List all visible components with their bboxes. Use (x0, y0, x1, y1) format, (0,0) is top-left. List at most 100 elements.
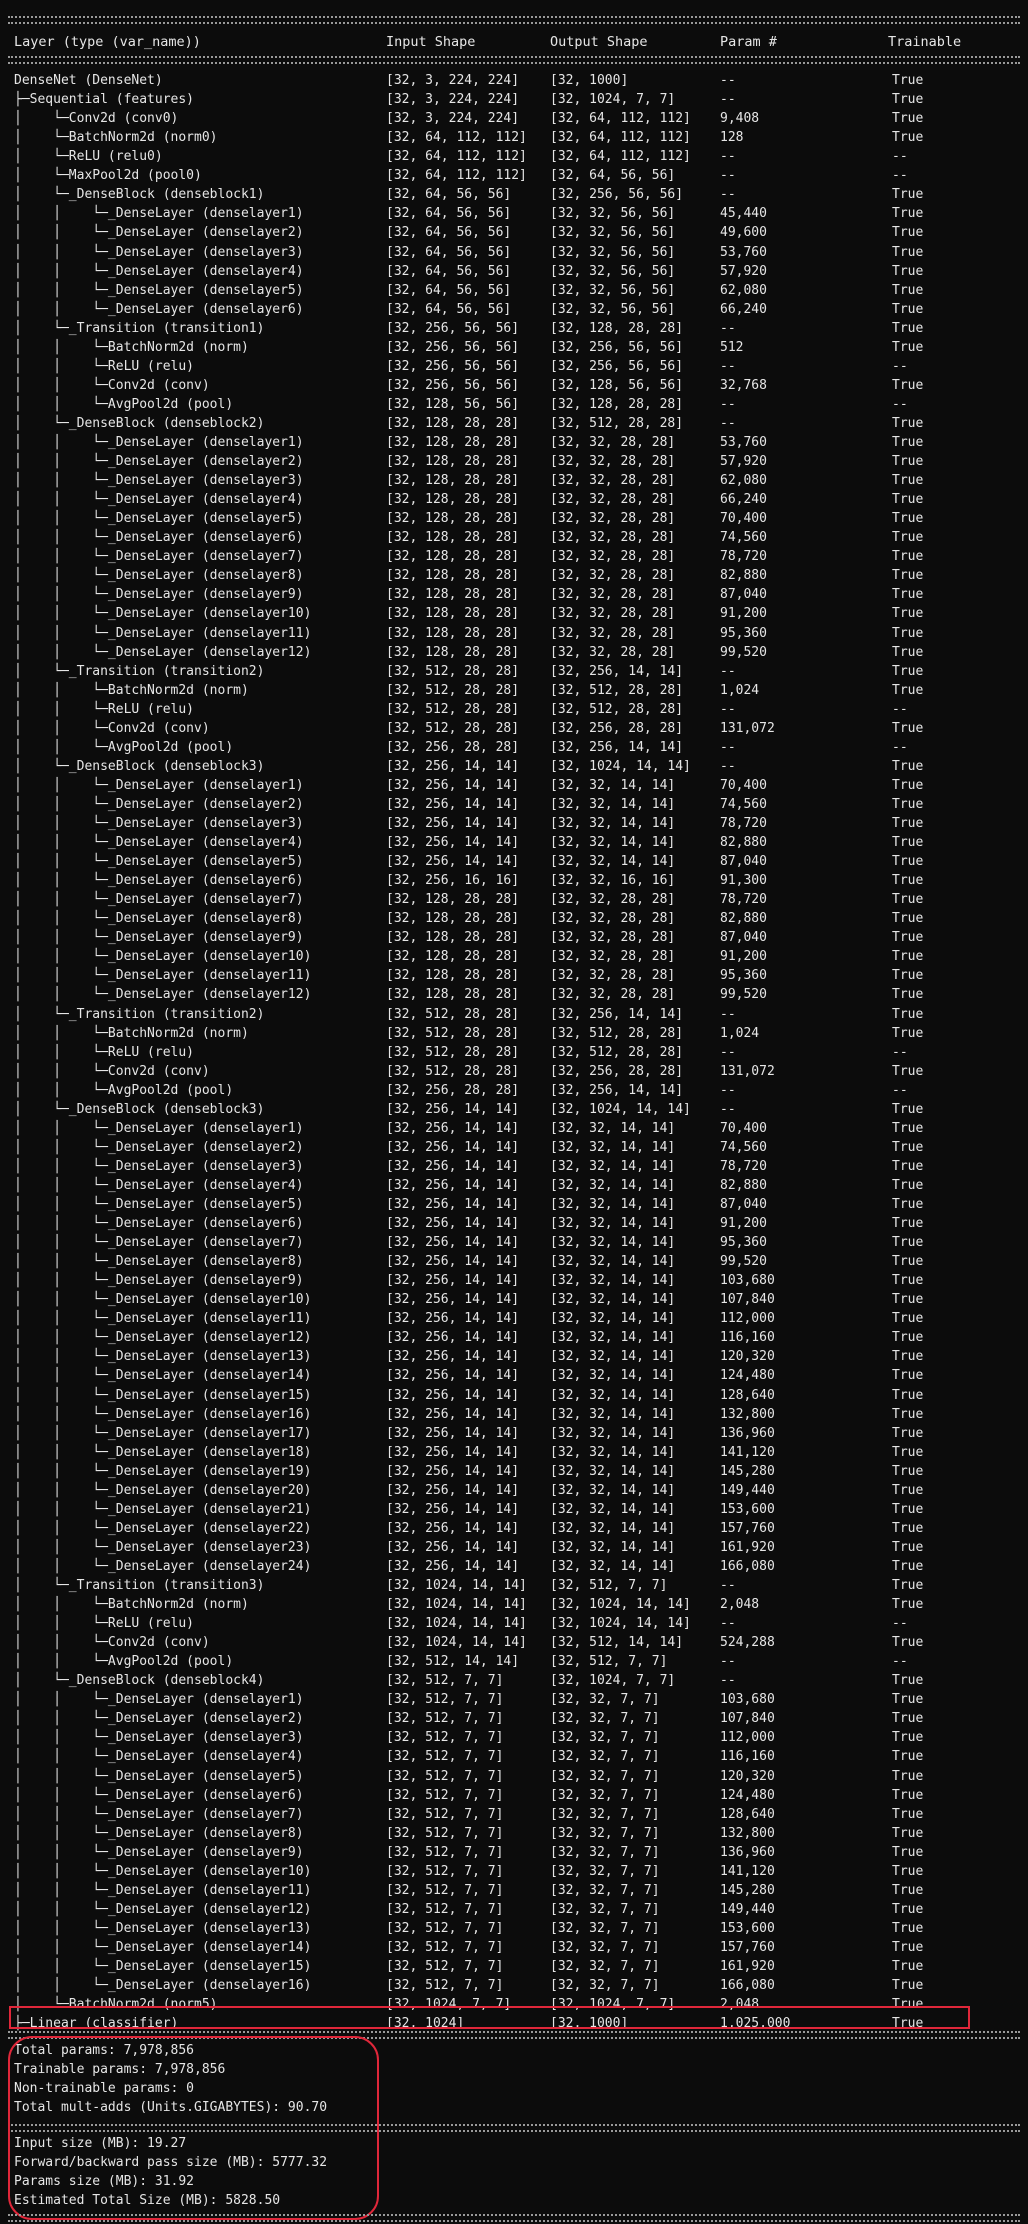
layer-name: │ │ └─_DenseLayer (denselayer12) (14, 987, 312, 1003)
input-shape: [32, 512, 7, 7] (386, 1692, 504, 1708)
input-shape: [32, 256, 14, 14] (386, 1197, 520, 1212)
input-shape: [32, 256, 28, 28] (386, 739, 520, 755)
output-shape: [32, 32, 56, 56] (550, 263, 676, 279)
table-row: │ └─_DenseBlock (denseblock3) [32, 256, 1… (0, 757, 1028, 776)
header-param-count: Param # (720, 34, 777, 50)
layer-name: │ │ └─_DenseLayer (denselayer4) (14, 835, 304, 850)
trainable-flag: True (892, 1959, 924, 1974)
table-row: │ │ └─_DenseLayer (denselayer3) [32, 64, … (0, 243, 1028, 262)
param-count: 78,720 (720, 1158, 767, 1174)
param-count: 87,040 (720, 587, 767, 603)
param-count: 161,920 (720, 1539, 775, 1555)
output-shape: [32, 32, 28, 28] (550, 949, 676, 965)
table-row: │ │ └─AvgPool2d (pool) [32, 256, 28, 28] [… (0, 1081, 1028, 1100)
param-count: 99,520 (720, 1254, 767, 1270)
output-shape: [32, 32, 7, 7] (550, 1939, 660, 1955)
param-count: -- (720, 1654, 736, 1670)
trainable-flag: True (892, 473, 924, 489)
input-shape: [32, 128, 56, 56] (386, 396, 520, 412)
output-shape: [32, 32, 56, 56] (550, 206, 676, 222)
input-shape: [32, 256, 14, 14] (386, 1101, 520, 1117)
output-shape: [32, 32, 14, 14] (550, 1558, 676, 1574)
output-shape: [32, 32, 7, 7] (550, 1959, 660, 1974)
layer-name: │ └─_Transition (transition1) (14, 320, 265, 336)
trainable-flag: True (892, 758, 924, 774)
input-shape: [32, 256, 14, 14] (386, 1349, 520, 1365)
param-count: 87,040 (720, 854, 767, 870)
layer-name: │ │ └─ReLU (relu) (14, 1044, 195, 1060)
table-row: │ │ └─_DenseLayer (denselayer21) [32, 256… (0, 1500, 1028, 1519)
table-row: │ │ └─_DenseLayer (denselayer4) [32, 128,… (0, 490, 1028, 509)
param-count: 82,880 (720, 1177, 767, 1193)
param-count: 103,680 (720, 1692, 775, 1708)
param-count: 103,680 (720, 1273, 775, 1289)
trainable-flag: True (892, 434, 924, 450)
param-count: 116,160 (720, 1749, 775, 1765)
trainable-flag: True (892, 339, 924, 355)
input-shape: [32, 512, 7, 7] (386, 1825, 504, 1841)
input-shape: [32, 256, 14, 14] (386, 796, 520, 812)
table-row: │ │ └─_DenseLayer (denselayer2) [32, 64, … (0, 223, 1028, 242)
param-count: -- (720, 739, 736, 755)
input-shape: [32, 64, 56, 56] (386, 206, 512, 222)
trainable-flag: True (892, 282, 924, 298)
table-row: │ │ └─ReLU (relu) [32, 256, 56, 56] [32, 2… (0, 357, 1028, 376)
output-shape: [32, 1024, 7, 7] (550, 1673, 676, 1689)
trainable-flag: True (892, 1539, 924, 1555)
input-shape: [32, 512, 14, 14] (386, 1654, 520, 1670)
input-shape: [32, 256, 56, 56] (386, 320, 520, 336)
table-row: │ │ └─_DenseLayer (denselayer6) [32, 256,… (0, 871, 1028, 890)
output-shape: [32, 512, 28, 28] (550, 701, 684, 717)
input-shape: [32, 512, 28, 28] (386, 1063, 520, 1079)
input-shape: [32, 128, 28, 28] (386, 568, 520, 584)
layer-name: │ │ └─ReLU (relu) (14, 358, 195, 374)
layer-name: │ │ └─_DenseLayer (denselayer5) (14, 511, 304, 527)
table-row: │ └─Conv2d (conv0) [32, 3, 224, 224] [32, … (0, 109, 1028, 128)
param-count: 78,720 (720, 549, 767, 565)
layer-name: │ └─ReLU (relu0) (14, 149, 163, 165)
layer-name: │ │ └─_DenseLayer (denselayer21) (14, 1501, 312, 1517)
input-shape: [32, 128, 28, 28] (386, 911, 520, 927)
output-shape: [32, 32, 28, 28] (550, 492, 676, 508)
output-shape: [32, 64, 112, 112] (550, 111, 691, 127)
output-shape: [32, 32, 28, 28] (550, 930, 676, 946)
param-count: 107,840 (720, 1711, 775, 1727)
output-shape: [32, 32, 56, 56] (550, 244, 676, 260)
trainable-flag: True (892, 549, 924, 565)
output-shape: [32, 32, 14, 14] (550, 1368, 676, 1384)
input-shape: [32, 3, 224, 224] (386, 111, 520, 127)
output-shape: [32, 32, 14, 14] (550, 1120, 676, 1136)
layer-name: │ │ └─_DenseLayer (denselayer15) (14, 1959, 312, 1974)
input-shape: [32, 256, 14, 14] (386, 1292, 520, 1308)
input-shape: [32, 256, 14, 14] (386, 1254, 520, 1270)
param-count: 66,240 (720, 492, 767, 508)
output-shape: [32, 32, 28, 28] (550, 644, 676, 660)
output-shape: [32, 256, 56, 56] (550, 339, 684, 355)
table-row: │ │ └─_DenseLayer (denselayer4) [32, 256,… (0, 833, 1028, 852)
layer-name: │ └─_DenseBlock (denseblock3) (14, 1101, 265, 1117)
param-count: -- (720, 320, 736, 336)
input-shape: [32, 1024, 14, 14] (386, 1616, 527, 1631)
table-row: │ │ └─_DenseLayer (denselayer3) [32, 128,… (0, 471, 1028, 490)
output-shape: [32, 512, 7, 7] (550, 1578, 668, 1593)
output-shape: [32, 128, 28, 28] (550, 396, 684, 412)
param-count: 70,400 (720, 1120, 767, 1136)
layer-name: │ │ └─Conv2d (conv) (14, 1063, 210, 1079)
layer-name: │ │ └─_DenseLayer (denselayer22) (14, 1520, 312, 1536)
layer-name: │ │ └─_DenseLayer (denselayer7) (14, 1806, 304, 1822)
input-shape: [32, 256, 14, 14] (386, 1311, 520, 1327)
output-shape: [32, 128, 28, 28] (550, 320, 684, 336)
table-row: │ │ └─_DenseLayer (denselayer10) [32, 256… (0, 1290, 1028, 1309)
trainable-flag: True (892, 206, 924, 222)
trainable-flag: True (892, 796, 924, 812)
input-shape: [32, 128, 28, 28] (386, 949, 520, 965)
layer-name: │ │ └─_DenseLayer (denselayer6) (14, 530, 304, 546)
input-shape: [32, 512, 28, 28] (386, 1006, 520, 1022)
param-count: 166,080 (720, 1558, 775, 1574)
layer-name: │ │ └─_DenseLayer (denselayer5) (14, 854, 304, 870)
input-shape: [32, 512, 7, 7] (386, 1939, 504, 1955)
trainable-flag: True (892, 1825, 924, 1841)
output-shape: [32, 32, 56, 56] (550, 301, 676, 317)
trainable-flag: True (892, 1863, 924, 1879)
input-shape: [32, 256, 14, 14] (386, 1368, 520, 1384)
